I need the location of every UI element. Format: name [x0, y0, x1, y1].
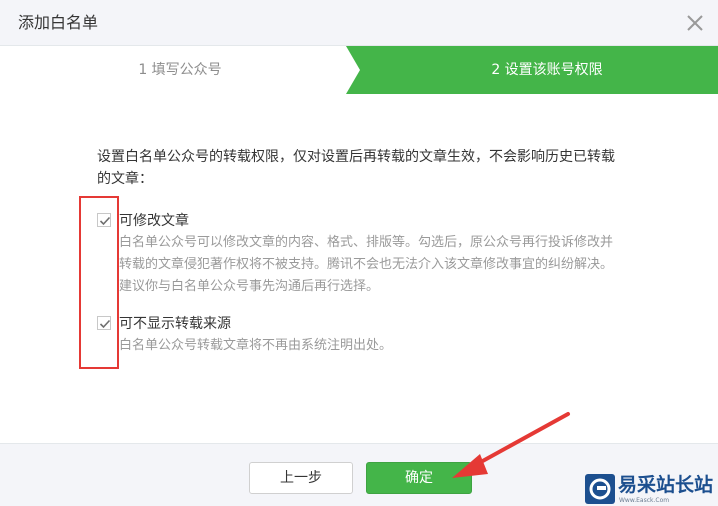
step-fill-account: 1 填写公众号 — [0, 46, 360, 94]
watermark-subtext: Www.Easck.Com — [619, 497, 670, 504]
hide-source-description: 白名单公众号转载文章将不再由系统注明出处。 — [119, 338, 393, 353]
intro-text: 设置白名单公众号的转载权限，仅对设置后再转载的文章生效，不会影响历史已转载的文章… — [97, 149, 615, 187]
hide-source-label: 可不显示转载来源 — [119, 316, 231, 332]
modify-article-description: 白名单公众号可以修改文章的内容、格式、排版等。勾选后，原公众号再行投诉修改并转载… — [119, 235, 614, 294]
step-set-permissions: 2 设置该账号权限 — [346, 46, 718, 94]
watermark-text: 易采站长站 — [618, 474, 714, 496]
step-1-label: 1 填写公众号 — [138, 62, 222, 78]
site-watermark: 易采站长站 Www.Easck.Com — [585, 474, 718, 506]
annotation-highlight-box — [79, 196, 119, 369]
dialog-title: 添加白名单 — [18, 13, 99, 32]
dialog-content: 设置白名单公众号的转载权限，仅对设置后再转载的文章生效，不会影响历史已转载的文章… — [97, 146, 627, 190]
annotation-arrow-icon — [452, 412, 570, 478]
step-arrow-notch — [346, 46, 360, 94]
step-2-label: 2 设置该账号权限 — [491, 62, 603, 78]
previous-step-button[interactable]: 上一步 — [249, 462, 353, 494]
dialog-header: 添加白名单 — [0, 0, 718, 46]
step-indicator: 1 填写公众号 2 设置该账号权限 — [0, 46, 718, 94]
close-icon[interactable] — [682, 10, 708, 36]
watermark-logo-icon — [585, 474, 615, 504]
modify-article-label: 可修改文章 — [119, 213, 189, 229]
add-whitelist-dialog: 添加白名单 1 填写公众号 2 设置该账号权限 设置白名单公众号的转载权限，仅对… — [0, 0, 718, 506]
